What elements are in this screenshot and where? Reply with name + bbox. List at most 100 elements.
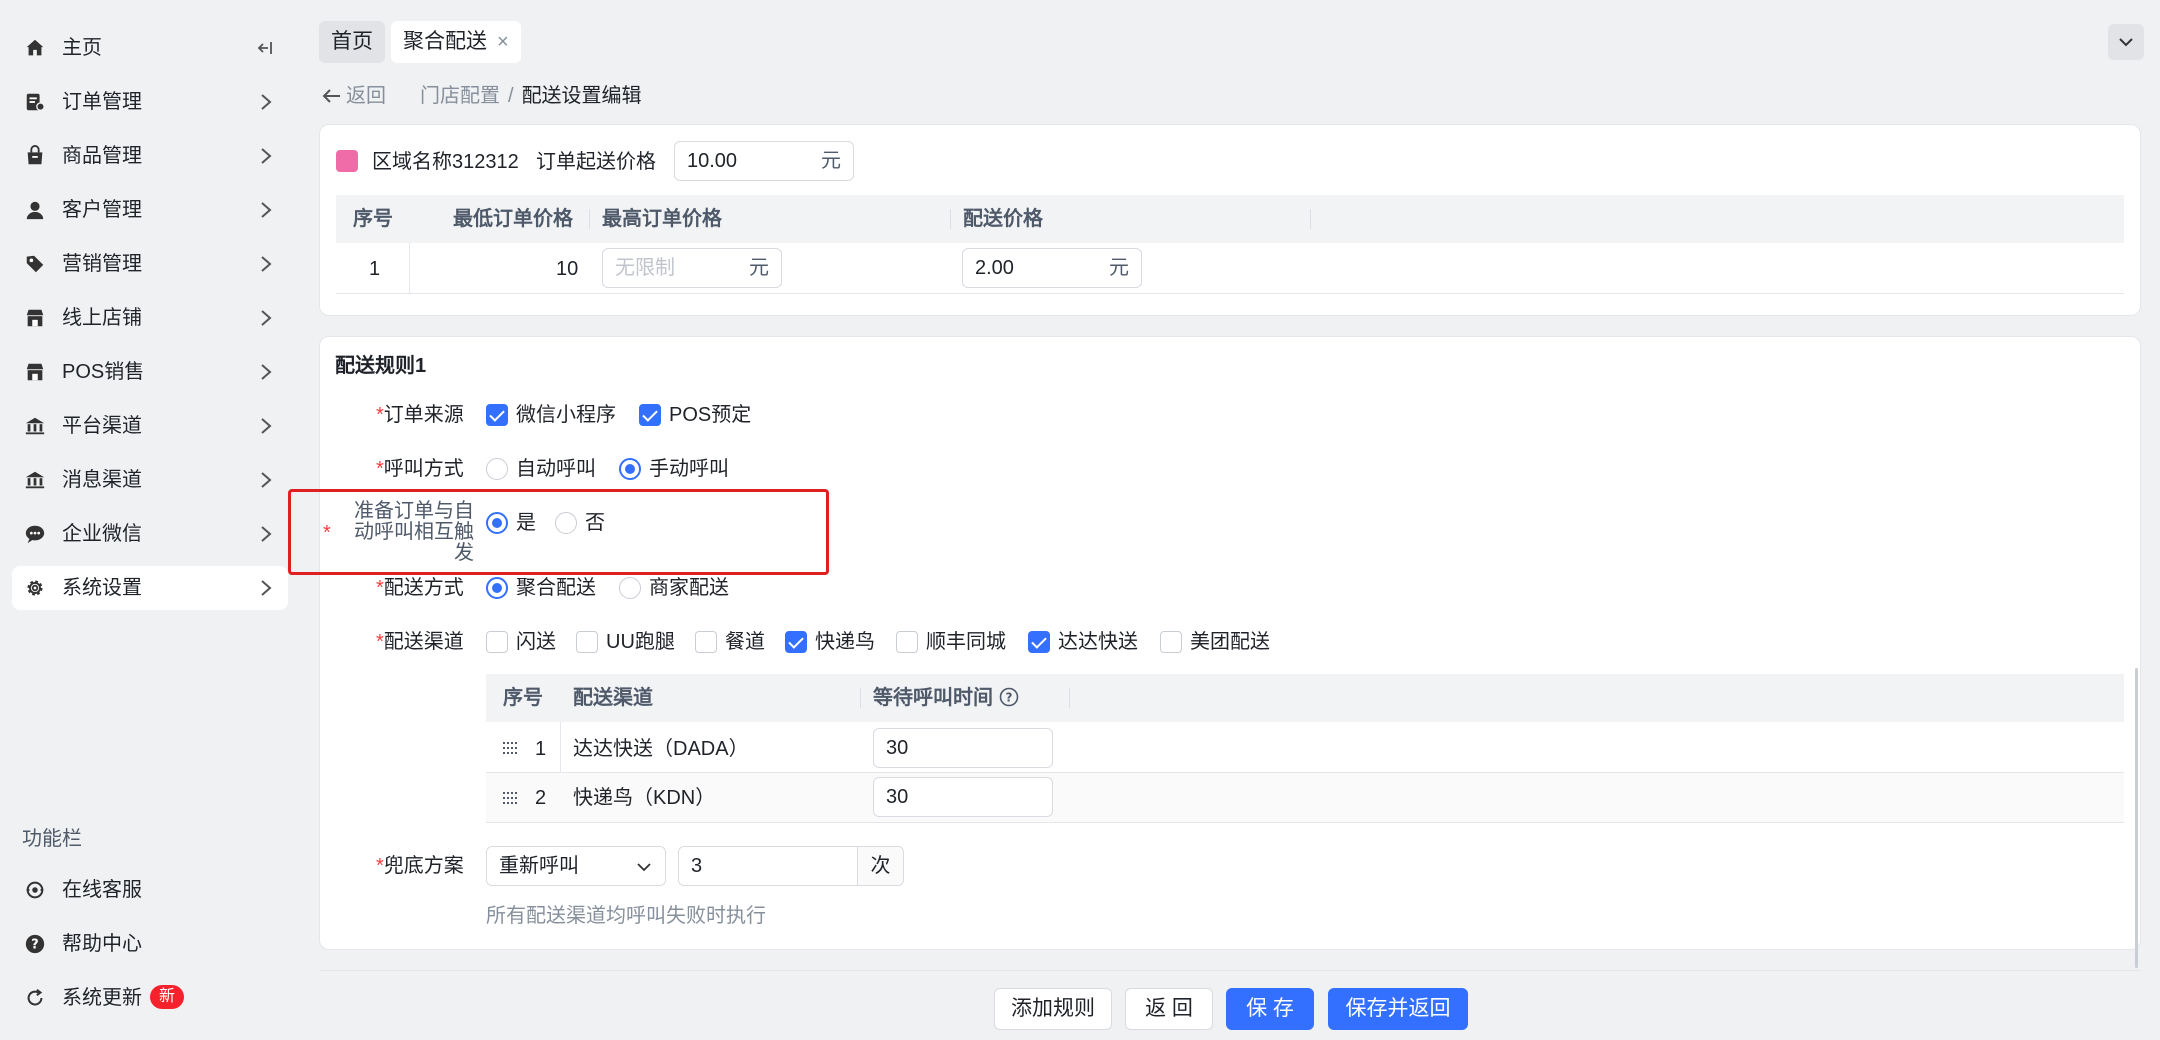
wait-time-input[interactable]: 30 — [873, 728, 1053, 768]
radio-manual-call[interactable] — [619, 458, 641, 480]
wait-time-input[interactable]: 30 — [873, 777, 1053, 817]
checkbox-sf[interactable] — [896, 631, 918, 653]
checkbox-label: POS预定 — [669, 404, 752, 426]
checkbox-label: 闪送 — [516, 631, 556, 653]
channels-label: *配送渠道 — [376, 628, 464, 656]
col-divider — [1069, 688, 1070, 708]
checkbox-shansong[interactable] — [486, 631, 508, 653]
col-wait-time-text: 等待呼叫时间 — [873, 687, 993, 709]
sidebar-item-message[interactable]: 消息渠道 — [12, 458, 288, 502]
label-line: 动呼叫相互触 — [354, 521, 474, 543]
drag-handle-icon[interactable] — [503, 792, 519, 804]
checkbox-meituan[interactable] — [1160, 631, 1182, 653]
sidebar-item-label: POS销售 — [62, 361, 145, 383]
sidebar-item-label: 客户管理 — [62, 199, 142, 221]
delivery-price-input[interactable]: 2.00 元 — [962, 248, 1142, 288]
mutual-trigger-label: 准备订单与自 动呼叫相互触 发 — [336, 501, 474, 564]
tool-item-help-center[interactable]: ? 帮助中心 — [12, 922, 288, 966]
tab-home[interactable]: 首页 — [319, 21, 385, 63]
sidebar-item-customers[interactable]: 客户管理 — [12, 188, 288, 232]
add-rule-button[interactable]: 添加规则 — [994, 988, 1112, 1030]
checkbox-pos-reserve[interactable] — [639, 404, 661, 426]
checkbox-wechat-mini[interactable] — [486, 404, 508, 426]
chevron-right-icon — [256, 144, 276, 168]
tab-label: 聚合配送 — [403, 30, 487, 53]
tab-aggregate-delivery[interactable]: 聚合配送 × — [391, 21, 521, 63]
radio-merchant-delivery[interactable] — [619, 577, 641, 599]
col-divider — [950, 209, 951, 229]
tool-item-label: 帮助中心 — [62, 933, 142, 955]
sidebar-item-label: 企业微信 — [62, 523, 142, 545]
checkbox-label: 达达快送 — [1058, 631, 1138, 653]
table-row-bg — [486, 773, 2124, 822]
sidebar-item-home[interactable]: 主页 — [12, 26, 288, 70]
sidebar-item-settings[interactable]: 系统设置 — [12, 566, 288, 610]
sidebar-item-wecom[interactable]: 企业微信 — [12, 512, 288, 556]
channel-table-header: 序号 配送渠道 等待呼叫时间? — [486, 674, 2124, 722]
cell-index: 1 — [369, 258, 381, 280]
col-delivery-price: 配送价格 — [963, 208, 1043, 230]
back-button[interactable]: 返 回 — [1125, 988, 1213, 1030]
tab-label: 首页 — [331, 30, 373, 53]
tabs-dropdown-button[interactable] — [2108, 24, 2144, 60]
question-circle-icon[interactable]: ? — [999, 687, 1019, 707]
call-mode-label: *呼叫方式 — [376, 455, 464, 483]
col-divider — [589, 209, 590, 229]
chevron-right-icon — [256, 306, 276, 330]
channels-label-text: 配送渠道 — [383, 631, 464, 653]
save-and-back-button[interactable]: 保存并返回 — [1328, 988, 1468, 1030]
tag-icon — [24, 253, 46, 275]
row-line — [486, 822, 2124, 823]
checkbox-label: 美团配送 — [1190, 631, 1270, 653]
close-icon[interactable]: × — [497, 21, 509, 63]
back-link[interactable]: 返回 — [322, 82, 386, 110]
radio-label: 否 — [585, 512, 605, 534]
order-icon — [24, 91, 46, 113]
radio-trigger-no[interactable] — [555, 512, 577, 534]
col-divider — [1310, 209, 1311, 229]
scrollbar[interactable] — [2135, 668, 2138, 968]
retry-count-input[interactable]: 3 次 — [678, 846, 904, 886]
chevron-right-icon — [256, 90, 276, 114]
price-table-header: 序号 最低订单价格 最高订单价格 配送价格 — [336, 195, 2124, 243]
save-button[interactable]: 保 存 — [1226, 988, 1314, 1030]
radio-trigger-yes[interactable] — [486, 512, 508, 534]
bank-icon — [24, 415, 46, 437]
tool-item-system-update[interactable]: 系统更新新 — [12, 976, 288, 1020]
sidebar-item-goods[interactable]: 商品管理 — [12, 134, 288, 178]
sidebar-item-marketing[interactable]: 营销管理 — [12, 242, 288, 286]
checkbox-kdn[interactable] — [785, 631, 807, 653]
col-divider — [860, 688, 861, 708]
required-mark: * — [376, 404, 384, 426]
required-mark: * — [376, 458, 384, 480]
wait-time-value: 30 — [886, 737, 909, 759]
max-price-input[interactable]: 无限制 元 — [602, 248, 782, 288]
checkbox-label: 餐道 — [725, 631, 765, 653]
sidebar-item-label: 订单管理 — [62, 91, 142, 113]
col-index: 序号 — [353, 208, 393, 230]
sidebar-item-label: 系统设置 — [62, 577, 142, 599]
fallback-hint: 所有配送渠道均呼叫失败时执行 — [486, 905, 766, 927]
drag-handle-icon[interactable] — [503, 742, 519, 754]
sidebar-item-online-store[interactable]: 线上店铺 — [12, 296, 288, 340]
collapse-sidebar-icon[interactable] — [256, 36, 276, 60]
sidebar-item-platform[interactable]: 平台渠道 — [12, 404, 288, 448]
radio-aggregate-delivery[interactable] — [486, 577, 508, 599]
fallback-select[interactable]: 重新呼叫 — [486, 846, 666, 886]
sidebar-item-orders[interactable]: 订单管理 — [12, 80, 288, 124]
breadcrumb-store-config[interactable]: 门店配置 — [420, 82, 500, 110]
checkbox-dada[interactable] — [1028, 631, 1050, 653]
radio-auto-call[interactable] — [486, 458, 508, 480]
cell-index: 2 — [535, 787, 547, 809]
delivery-mode-label-text: 配送方式 — [383, 577, 464, 599]
required-mark: * — [323, 522, 331, 544]
min-price-input[interactable]: 10.00 元 — [674, 141, 854, 181]
tool-item-online-service[interactable]: 在线客服 — [12, 868, 288, 912]
fallback-select-value: 重新呼叫 — [499, 855, 579, 877]
sidebar-item-label: 营销管理 — [62, 253, 142, 275]
retry-count-value: 3 — [691, 855, 703, 877]
sidebar-item-pos[interactable]: POS销售 — [12, 350, 288, 394]
chevron-right-icon — [256, 198, 276, 222]
checkbox-candao[interactable] — [695, 631, 717, 653]
checkbox-uu[interactable] — [576, 631, 598, 653]
